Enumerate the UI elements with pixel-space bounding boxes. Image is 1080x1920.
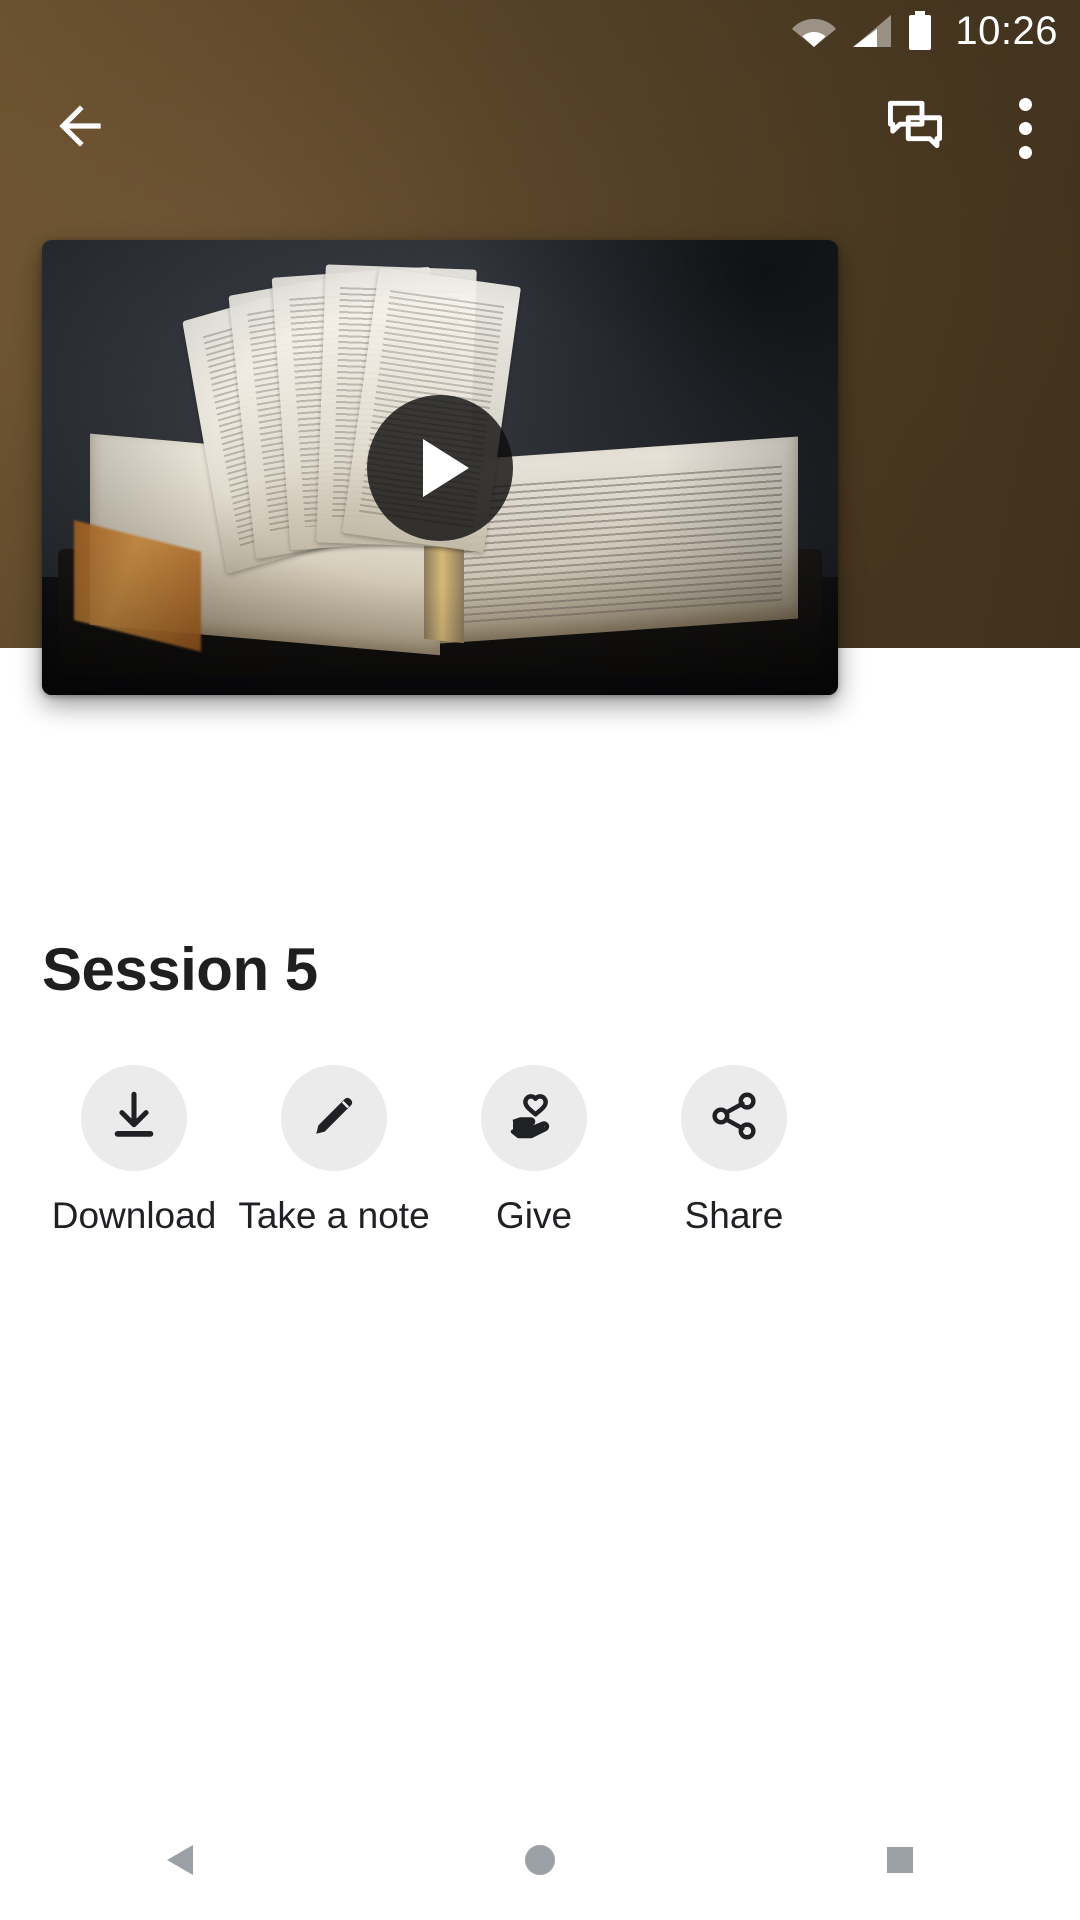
- app-bar: [0, 62, 1080, 194]
- give-action[interactable]: Give: [434, 1065, 634, 1237]
- download-action-label: Download: [51, 1195, 217, 1236]
- battery-icon: [907, 11, 933, 51]
- share-action-label: Share: [684, 1195, 784, 1236]
- play-triangle-icon: [423, 438, 469, 497]
- take-a-note-action-label: Take a note: [238, 1195, 430, 1236]
- status-bar: 10:26: [0, 0, 1080, 62]
- nav-home-circle-icon: [525, 1845, 555, 1875]
- chat-bubbles-icon: [884, 95, 946, 162]
- system-navigation-bar: [0, 1800, 1080, 1920]
- share-action-circle[interactable]: [681, 1065, 787, 1171]
- download-icon: [105, 1087, 163, 1150]
- wifi-icon: [791, 13, 837, 49]
- nav-recents-button[interactable]: [810, 1800, 990, 1920]
- content-sheet: [0, 648, 1080, 1920]
- chat-button[interactable]: [860, 73, 970, 183]
- video-thumbnail-card[interactable]: [42, 240, 838, 695]
- more-vertical-icon: [1018, 97, 1032, 159]
- overflow-menu-button[interactable]: [970, 73, 1080, 183]
- nav-back-button[interactable]: [90, 1800, 270, 1920]
- play-button[interactable]: [367, 394, 513, 541]
- status-bar-clock: 10:26: [955, 9, 1058, 53]
- back-arrow-icon: [49, 95, 111, 162]
- share-action[interactable]: Share: [634, 1065, 834, 1237]
- give-action-label: Give: [495, 1195, 573, 1236]
- nav-recents-square-icon: [887, 1847, 913, 1873]
- give-action-circle[interactable]: [481, 1065, 587, 1171]
- action-row: Download Take a note Give Share: [0, 1065, 1080, 1237]
- back-button[interactable]: [25, 73, 135, 183]
- hand-heart-icon: [506, 1088, 562, 1149]
- nav-home-button[interactable]: [450, 1800, 630, 1920]
- download-action[interactable]: Download: [34, 1065, 234, 1237]
- take-a-note-action-circle[interactable]: [281, 1065, 387, 1171]
- nav-back-triangle-icon: [167, 1845, 193, 1875]
- take-a-note-action[interactable]: Take a note: [234, 1065, 434, 1237]
- download-action-circle[interactable]: [81, 1065, 187, 1171]
- pencil-icon: [306, 1088, 362, 1149]
- share-nodes-icon: [706, 1088, 762, 1149]
- page-title: Session 5: [42, 936, 318, 1003]
- cellular-signal-icon: [851, 13, 893, 49]
